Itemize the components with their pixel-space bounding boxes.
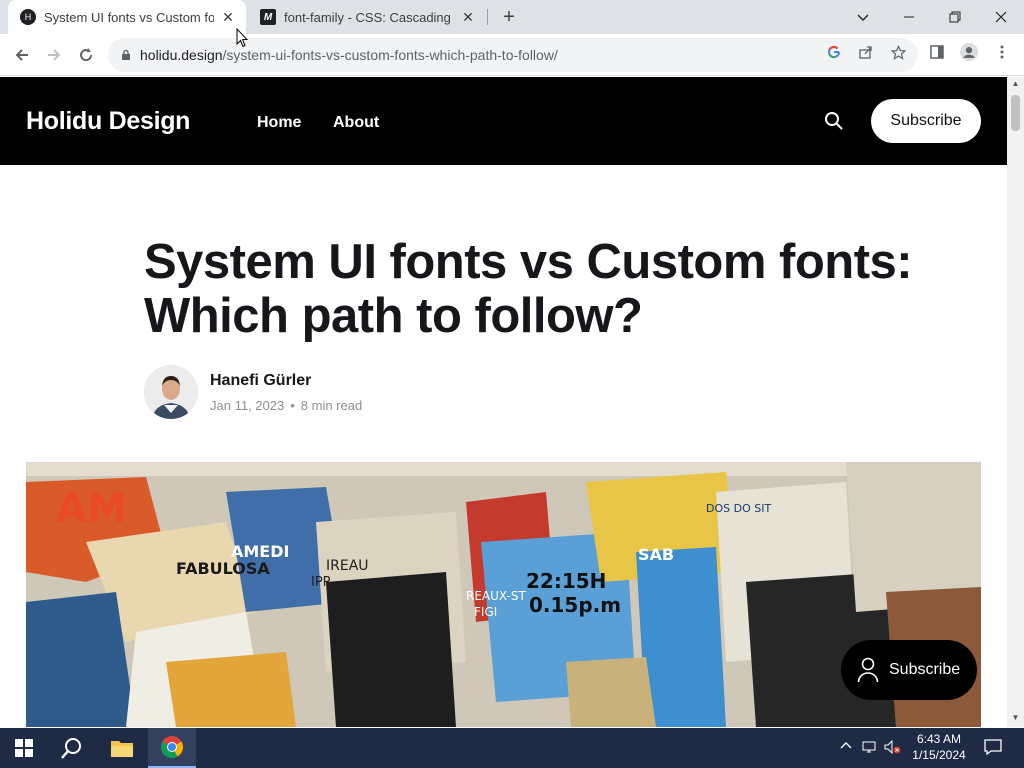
system-clock[interactable]: 6:43 AM 1/15/2024	[906, 731, 972, 763]
notifications-button[interactable]	[984, 738, 1002, 759]
tab-search-button[interactable]	[840, 0, 886, 34]
tab-title: font-family - CSS: Cascading S	[284, 9, 454, 25]
back-button[interactable]	[8, 41, 36, 69]
chrome-icon	[161, 736, 183, 758]
network-icon	[862, 741, 876, 753]
show-hidden-icons-button[interactable]	[840, 740, 852, 755]
tab-divider	[487, 9, 488, 25]
article-title: System UI fonts vs Custom fonts: Which p…	[144, 235, 913, 343]
poster-text: AMEDI	[231, 542, 289, 561]
url-text: holidu.design/system-ui-fonts-vs-custom-…	[140, 47, 558, 63]
author-avatar[interactable]	[144, 365, 198, 419]
scrollbar-thumb[interactable]	[1011, 95, 1020, 131]
browser-tab-strip: H System UI fonts vs Custom fon ✕ M font…	[0, 0, 1024, 34]
search-button[interactable]	[824, 111, 846, 133]
poster-text: IREAU	[326, 558, 369, 574]
scroll-up-arrow-icon[interactable]: ▲	[1011, 79, 1020, 88]
chevron-up-icon	[840, 742, 852, 749]
publish-date: Jan 11, 2023	[210, 398, 285, 413]
torn-posters-image: AM FABULOSA 22:15H 0.15p.m AMEDI SAB IRE…	[26, 462, 981, 727]
poster-text: 22:15H	[526, 569, 606, 593]
google-lens-icon[interactable]	[825, 43, 843, 61]
restore-icon	[949, 11, 961, 23]
author-photo	[144, 365, 198, 419]
nav-about-link[interactable]: About	[333, 114, 379, 132]
holidu-icon: H	[20, 9, 36, 25]
minimize-button[interactable]	[886, 0, 932, 34]
browser-toolbar: holidu.design/system-ui-fonts-vs-custom-…	[0, 34, 1024, 76]
read-time: 8 min read	[300, 398, 363, 413]
clock-date: 1/15/2024	[912, 748, 966, 762]
taskbar-search-button[interactable]	[48, 728, 96, 768]
network-status[interactable]	[862, 740, 880, 757]
google-icon	[828, 45, 841, 59]
side-panel-icon	[930, 45, 944, 59]
tab-font-family-mdn[interactable]: M font-family - CSS: Cascading S ✕	[248, 0, 486, 34]
profile-avatar-icon	[960, 43, 978, 61]
chevron-down-icon	[857, 14, 869, 21]
author-name[interactable]: Hanefi Gürler	[210, 372, 311, 390]
close-tab-icon[interactable]: ✕	[458, 7, 478, 27]
volume-muted-icon	[884, 739, 901, 755]
scroll-down-arrow-icon[interactable]: ▼	[1011, 713, 1020, 722]
clock-time: 6:43 AM	[916, 732, 962, 746]
poster-text: REAUX-ST	[466, 589, 526, 603]
page-viewport: Holidu Design Home About Subscribe Syste…	[0, 77, 1007, 727]
tab-title: System UI fonts vs Custom fon	[44, 9, 214, 25]
poster-text: FIGI	[474, 605, 497, 619]
lock-icon	[122, 49, 130, 60]
poster-text: FABULOSA	[176, 559, 270, 578]
back-arrow-icon	[15, 49, 28, 61]
share-button[interactable]	[857, 43, 875, 61]
poster-text: AM	[56, 486, 127, 532]
page-scrollbar[interactable]: ▲ ▼	[1007, 77, 1024, 727]
folder-icon	[111, 741, 133, 757]
chrome-menu-button[interactable]	[993, 43, 1011, 61]
meta-separator: •	[290, 398, 295, 413]
floating-subscribe-button[interactable]: Subscribe	[841, 640, 977, 700]
address-bar[interactable]: holidu.design/system-ui-fonts-vs-custom-…	[108, 38, 918, 72]
bookmark-button[interactable]	[889, 43, 907, 61]
article-meta: Jan 11, 2023 • 8 min read	[210, 398, 362, 413]
mouse-cursor-icon	[236, 28, 248, 48]
subscribe-button[interactable]: Subscribe	[871, 99, 981, 143]
site-logo[interactable]: Holidu Design	[26, 107, 190, 136]
close-window-button[interactable]	[978, 0, 1024, 34]
hero-image: AM FABULOSA 22:15H 0.15p.m AMEDI SAB IRE…	[26, 462, 981, 727]
more-vert-icon	[1000, 45, 1004, 59]
person-icon	[857, 657, 879, 683]
close-tab-icon[interactable]: ✕	[218, 7, 238, 27]
forward-arrow-icon	[48, 49, 61, 61]
site-header: Holidu Design Home About Subscribe	[0, 77, 1007, 165]
profile-button[interactable]	[960, 43, 978, 61]
star-icon	[890, 44, 906, 60]
tab-system-ui-fonts[interactable]: H System UI fonts vs Custom fon ✕	[8, 0, 246, 34]
start-button[interactable]	[0, 728, 48, 768]
forward-button[interactable]	[40, 41, 68, 69]
minimize-icon	[904, 16, 914, 18]
side-panel-button[interactable]	[928, 43, 946, 61]
nav-home-link[interactable]: Home	[257, 114, 301, 132]
search-icon	[825, 112, 843, 130]
restore-button[interactable]	[932, 0, 978, 34]
windows-taskbar: 6:43 AM 1/15/2024	[0, 728, 1024, 768]
reload-icon	[80, 48, 93, 62]
poster-text: SAB	[638, 545, 674, 564]
search-icon	[61, 738, 81, 759]
windows-logo-icon	[15, 739, 33, 757]
poster-text: IPR	[311, 575, 332, 590]
poster-text: DOS DO SIT	[706, 502, 771, 515]
file-explorer-button[interactable]	[98, 728, 146, 768]
notification-icon	[984, 739, 1002, 756]
share-icon	[859, 46, 872, 59]
reload-button[interactable]	[72, 41, 100, 69]
chrome-taskbar-button[interactable]	[148, 728, 196, 768]
close-icon	[995, 11, 1007, 23]
poster-text: 0.15p.m	[529, 593, 621, 617]
mdn-icon: M	[260, 9, 276, 25]
new-tab-button[interactable]: +	[497, 5, 521, 29]
volume-control[interactable]	[884, 739, 902, 757]
floating-subscribe-label: Subscribe	[889, 661, 961, 678]
